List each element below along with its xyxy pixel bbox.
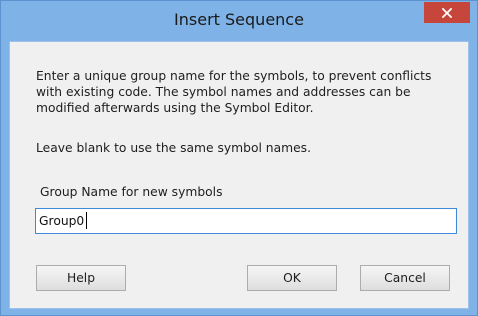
close-button[interactable]: [424, 2, 470, 23]
insert-sequence-dialog: Insert Sequence Enter a unique group nam…: [0, 0, 478, 316]
title-bar[interactable]: Insert Sequence: [1, 1, 477, 41]
ok-button[interactable]: OK: [247, 265, 337, 291]
group-name-label: Group Name for new symbols: [40, 185, 223, 199]
cancel-button[interactable]: Cancel: [360, 265, 450, 291]
text-caret: [86, 212, 87, 229]
dialog-body: Enter a unique group name for the symbol…: [9, 41, 469, 309]
blank-hint-text: Leave blank to use the same symbol names…: [36, 141, 311, 155]
group-name-input[interactable]: [35, 208, 457, 234]
instruction-line-1: Enter a unique group name for the symbol…: [36, 69, 432, 83]
help-button[interactable]: Help: [36, 265, 126, 291]
close-icon: [442, 7, 452, 18]
window-title: Insert Sequence: [174, 10, 304, 29]
instruction-line-3: modified afterwards using the Symbol Edi…: [36, 101, 314, 115]
instruction-line-2: with existing code. The symbol names and…: [36, 85, 411, 99]
instruction-text: Enter a unique group name for the symbol…: [36, 68, 456, 116]
